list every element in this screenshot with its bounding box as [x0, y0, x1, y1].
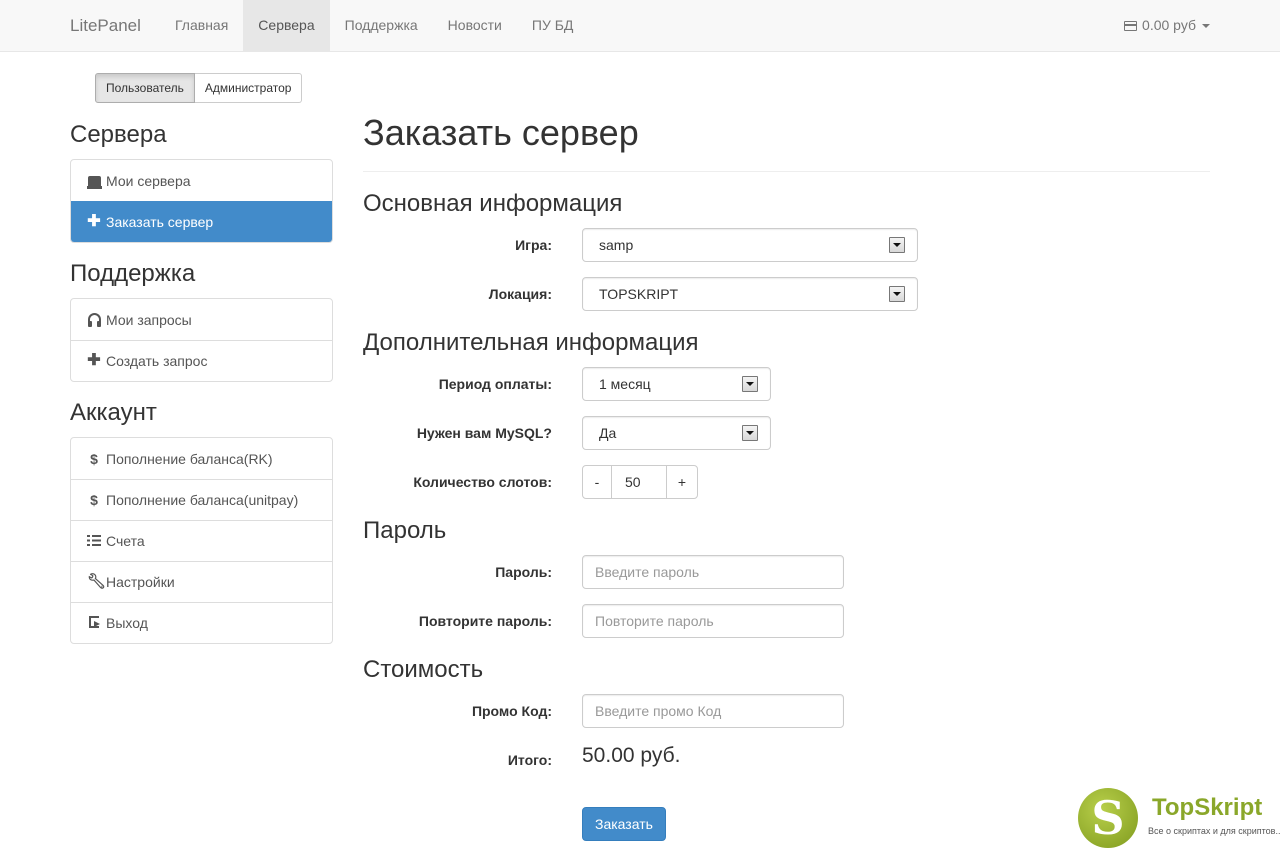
servers-heading: Сервера — [70, 121, 167, 148]
slots-input[interactable]: 50 — [612, 465, 666, 499]
sidebar-item-label: Пополнение баланса(RK) — [106, 450, 273, 467]
location-select-value: TOPSKRIPT — [599, 286, 679, 302]
balance-amount: 0.00 руб — [1142, 17, 1196, 33]
navbar: LitePanel Главная Сервера Поддержка Ново… — [0, 0, 1280, 52]
sidebar-item-invoices[interactable]: Счета — [71, 520, 332, 561]
dropdown-arrow-icon — [889, 286, 905, 302]
plus-icon: ✚ — [87, 213, 101, 230]
caret-down-icon — [1202, 23, 1210, 28]
plus-icon: ✚ — [87, 352, 101, 369]
repeat-password-label: Повторите пароль: — [418, 613, 552, 629]
dropdown-arrow-icon — [742, 425, 758, 441]
sidebar-item-create-request[interactable]: ✚ Создать запрос — [71, 340, 332, 381]
mysql-label: Нужен вам MySQL? — [416, 425, 552, 441]
location-select[interactable]: TOPSKRIPT — [582, 277, 918, 311]
slots-increment-button[interactable]: + — [666, 465, 698, 499]
slots-decrement-button[interactable]: - — [582, 465, 612, 499]
promo-code-input[interactable]: Введите промо Код — [582, 694, 844, 728]
page-title: Заказать сервер — [363, 112, 639, 153]
slots-label: Количество слотов: — [413, 474, 552, 490]
sidebar-item-label: Счета — [106, 533, 145, 549]
sidebar-item-label: Настройки — [106, 574, 175, 590]
admin-role-button[interactable]: Администратор — [194, 73, 303, 103]
sidebar-item-label: Создать запрос — [106, 353, 208, 369]
dollar-icon: $ — [90, 492, 98, 508]
support-heading: Поддержка — [70, 260, 196, 287]
slots-stepper: - 50 + — [582, 465, 698, 499]
mysql-select-value: Да — [599, 425, 617, 441]
wrench-icon: 🔧︎ — [87, 573, 107, 590]
period-select[interactable]: 1 месяц — [582, 367, 771, 401]
logout-icon — [89, 616, 100, 628]
sidebar-item-logout[interactable]: Выход — [71, 602, 332, 643]
password-label: Пароль: — [495, 564, 552, 580]
nav-menu: Главная Сервера Поддержка Новости ПУ БД — [160, 0, 588, 51]
user-role-button[interactable]: Пользователь — [95, 73, 195, 103]
promo-label: Промо Код: — [471, 703, 552, 719]
sidebar-item-label: Пополнение баланса(unitpay) — [106, 492, 299, 508]
divider — [363, 171, 1210, 172]
period-label: Период оплаты: — [438, 376, 552, 392]
nav-item-support[interactable]: Поддержка — [330, 0, 433, 51]
location-label: Локация: — [488, 286, 552, 302]
headphones-icon — [87, 312, 101, 327]
extra-info-heading: Дополнительная информация — [363, 329, 699, 356]
sidebar-item-order-server[interactable]: ✚ Заказать сервер — [71, 201, 332, 242]
sidebar-item-settings[interactable]: 🔧︎ Настройки — [71, 561, 332, 602]
sidebar-item-topup-rk[interactable]: $ Пополнение баланса(RK) — [71, 438, 332, 479]
dropdown-arrow-icon — [742, 376, 758, 392]
total-value: 50.00 руб. — [582, 744, 681, 767]
basic-info-heading: Основная информация — [363, 190, 623, 217]
game-select-value: samp — [599, 237, 634, 253]
servers-menu: Мои сервера ✚ Заказать сервер — [70, 159, 333, 243]
sidebar-item-my-servers[interactable]: Мои сервера — [71, 160, 332, 201]
role-toggle: Пользователь Администратор — [95, 73, 303, 103]
password-heading: Пароль — [363, 517, 447, 544]
brand-logo[interactable]: LitePanel — [70, 0, 141, 51]
dropdown-arrow-icon — [889, 237, 905, 253]
account-heading: Аккаунт — [70, 399, 157, 426]
account-menu: $ Пополнение баланса(RK) $ Пополнение ба… — [70, 437, 333, 644]
password-input[interactable]: Введите пароль — [582, 555, 844, 589]
total-label: Итого: — [507, 752, 552, 768]
period-select-value: 1 месяц — [599, 376, 651, 392]
order-button[interactable]: Заказать — [582, 807, 666, 841]
support-menu: Мои запросы ✚ Создать запрос — [70, 298, 333, 382]
game-label: Игра: — [515, 237, 552, 253]
nav-item-servers[interactable]: Сервера — [243, 0, 330, 51]
cost-heading: Стоимость — [363, 656, 484, 683]
sidebar-item-label: Заказать сервер — [106, 214, 214, 230]
watermark-subtitle: Все о скриптах и для скриптов... — [1148, 826, 1280, 836]
list-icon — [87, 535, 101, 546]
topskript-logo-icon: S — [1078, 788, 1138, 848]
balance-dropdown[interactable]: 0.00 руб — [1124, 0, 1210, 51]
watermark-title: TopSkript — [1152, 794, 1263, 821]
sidebar-item-label: Мои сервера — [106, 172, 191, 189]
repeat-password-input[interactable]: Повторите пароль — [582, 604, 844, 638]
sidebar-item-label: Выход — [106, 615, 148, 631]
dollar-icon: $ — [90, 450, 98, 467]
sidebar-item-my-requests[interactable]: Мои запросы — [71, 299, 332, 340]
nav-item-db-panel[interactable]: ПУ БД — [517, 0, 589, 51]
credit-card-icon — [1124, 20, 1138, 31]
sidebar-item-label: Мои запросы — [106, 311, 192, 328]
hdd-icon — [86, 175, 102, 189]
topskript-watermark: S TopSkript Все о скриптах и для скрипто… — [1076, 786, 1280, 852]
nav-item-home[interactable]: Главная — [160, 0, 243, 51]
nav-item-news[interactable]: Новости — [433, 0, 517, 51]
sidebar-item-topup-unitpay[interactable]: $ Пополнение баланса(unitpay) — [71, 479, 332, 520]
game-select[interactable]: samp — [582, 228, 918, 262]
mysql-select[interactable]: Да — [582, 416, 771, 450]
